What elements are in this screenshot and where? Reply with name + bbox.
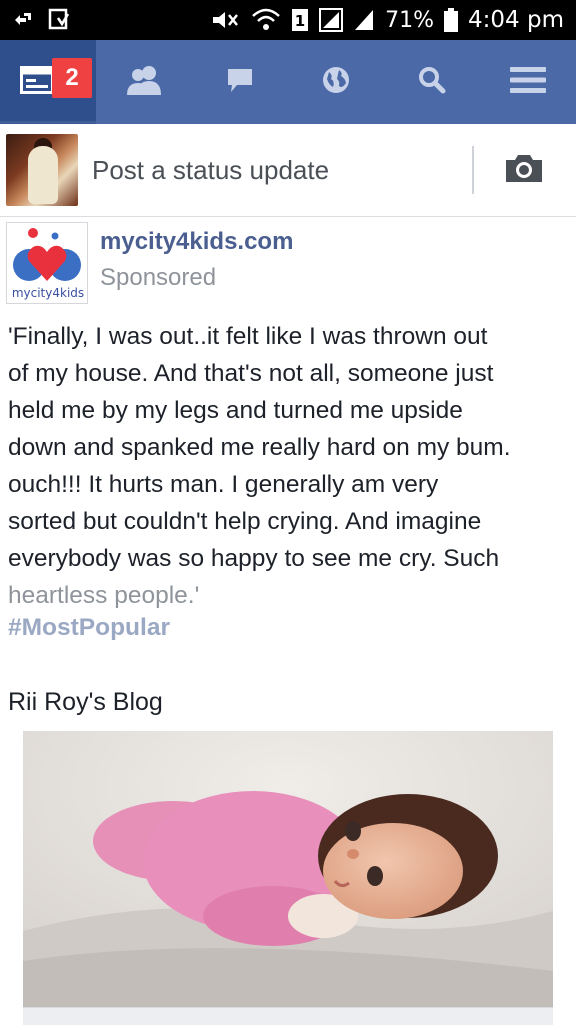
post-text-line: held me by my legs and turned me upside [8, 397, 463, 424]
signal-2-icon [353, 8, 375, 32]
sim-1-icon: 1 [291, 8, 309, 32]
post-text-line: of my house. And that's not all, someone… [8, 360, 494, 387]
signal-icon [319, 8, 344, 32]
download-icon [48, 8, 70, 32]
composer-divider [472, 146, 474, 194]
wifi-icon [251, 8, 281, 32]
tab-news-feed[interactable]: 2 [0, 40, 96, 124]
battery-percent: 71% [385, 7, 435, 33]
menu-icon [510, 65, 546, 100]
post-text-line: heartless people.' [8, 582, 200, 609]
logo-caption: mycity4kids [11, 286, 85, 300]
status-bar: 1 71% 4:04 pm [0, 0, 576, 40]
avatar[interactable] [6, 134, 78, 206]
tab-friends[interactable] [96, 40, 192, 124]
clock: 4:04 pm [468, 7, 564, 33]
post-text-line: sorted but couldn't help crying. And ima… [8, 508, 482, 535]
globe-icon [321, 65, 351, 100]
link-preview-image[interactable] [23, 731, 553, 1007]
sponsored-label: Sponsored [100, 264, 217, 291]
post-text-line: everybody was so happy to see me cry. Su… [8, 545, 500, 572]
page-name-link[interactable]: mycity4kids.com [100, 228, 293, 256]
battery-icon [444, 8, 459, 32]
search-icon [418, 66, 446, 99]
usb-debug-icon [12, 9, 34, 31]
post-header: mycity4kids mycity4kids.com Sponsored [0, 218, 576, 308]
post-text: 'Finally, I was out..it felt like I was … [8, 318, 568, 614]
status-update-input[interactable]: Post a status update [92, 155, 472, 186]
notification-badge: 2 [52, 58, 92, 98]
post-text-line: ouch!!! It hurts man. I generally am ver… [8, 471, 439, 498]
mute-icon [211, 9, 241, 31]
tab-messages[interactable] [192, 40, 288, 124]
camera-icon[interactable] [504, 152, 544, 189]
post-text-line: down and spanked me really hard on my bu… [8, 434, 511, 461]
link-preview-caption-bar [23, 1007, 553, 1025]
tab-notifications[interactable] [288, 40, 384, 124]
tab-menu[interactable] [480, 40, 576, 124]
heart-logo-icon [13, 228, 81, 281]
page-logo[interactable]: mycity4kids [6, 222, 88, 304]
post-text-line: 'Finally, I was out..it felt like I was … [8, 323, 488, 350]
chat-icon [225, 66, 255, 99]
tab-search[interactable] [384, 40, 480, 124]
top-navigation-bar: 2 [0, 40, 576, 124]
friends-icon [125, 65, 163, 100]
blog-title[interactable]: Rii Roy's Blog [8, 688, 163, 717]
svg-text:1: 1 [295, 12, 305, 30]
hashtag-link[interactable]: #MostPopular [8, 614, 170, 642]
baby-photo [23, 731, 553, 1007]
status-composer: Post a status update [0, 124, 576, 217]
